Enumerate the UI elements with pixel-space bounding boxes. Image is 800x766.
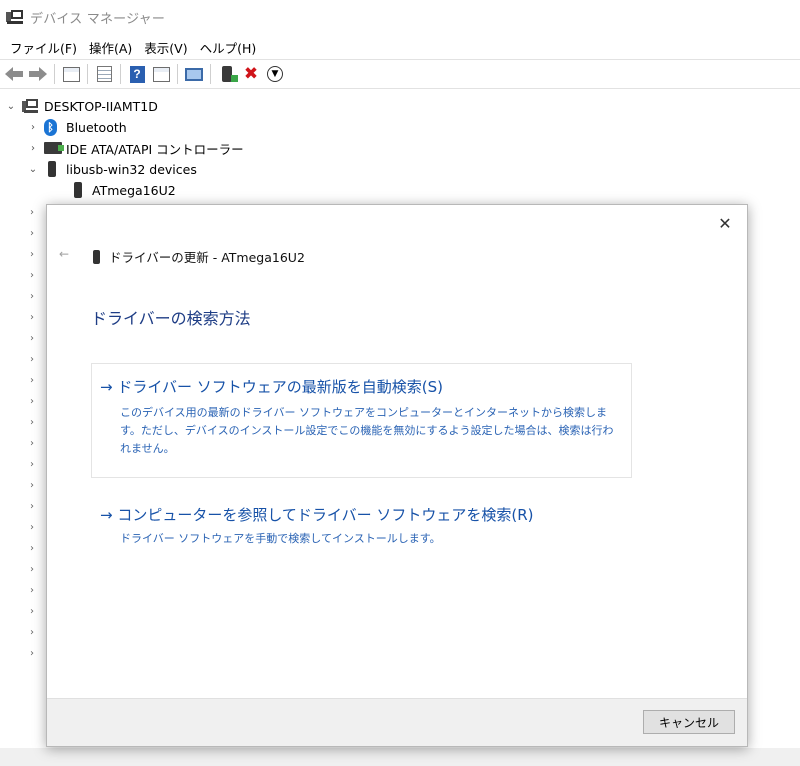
chevron-right-icon[interactable]: › bbox=[30, 312, 34, 323]
tree-root-label: DESKTOP-IIAMT1D bbox=[44, 98, 158, 114]
uninstall-x-icon[interactable]: ✖ bbox=[240, 63, 262, 85]
chevron-down-icon[interactable]: ⌄ bbox=[6, 101, 16, 112]
back-arrow-icon[interactable]: ← bbox=[59, 247, 69, 261]
toolbar: ? ✖ ▼ bbox=[0, 59, 800, 89]
status-bar bbox=[0, 748, 800, 766]
chevron-right-icon[interactable]: › bbox=[30, 396, 34, 407]
tree-item-libusb[interactable]: ⌄ libusb-win32 devices bbox=[28, 159, 197, 179]
chevron-right-icon[interactable]: › bbox=[30, 417, 34, 428]
chevron-right-icon[interactable]: › bbox=[30, 270, 34, 281]
toolbar-separator bbox=[177, 64, 178, 84]
menu-view[interactable]: 表示(V) bbox=[138, 38, 193, 57]
chevron-right-icon[interactable]: › bbox=[30, 522, 34, 533]
device-manager-icon bbox=[6, 8, 24, 26]
chevron-right-icon[interactable]: › bbox=[30, 354, 34, 365]
toolbar-separator bbox=[54, 64, 55, 84]
device-resources-icon[interactable] bbox=[150, 63, 172, 85]
menu-bar: ファイル(F) 操作(A) 表示(V) ヘルプ(H) bbox=[0, 36, 800, 58]
chevron-right-icon[interactable]: › bbox=[30, 606, 34, 617]
close-icon[interactable]: ✕ bbox=[715, 213, 735, 233]
dialog-title: ドライバーの更新 - ATmega16U2 bbox=[109, 250, 305, 265]
chevron-right-icon[interactable]: › bbox=[30, 207, 34, 218]
title-bar: デバイス マネージャー bbox=[0, 0, 800, 34]
dialog-header: ドライバーの更新 - ATmega16U2 bbox=[93, 247, 305, 266]
tree-root[interactable]: ⌄ DESKTOP-IIAMT1D bbox=[6, 96, 158, 116]
menu-help[interactable]: ヘルプ(H) bbox=[194, 38, 263, 57]
chevron-right-icon[interactable]: › bbox=[30, 648, 34, 659]
toolbar-separator bbox=[120, 64, 121, 84]
option-title: → ドライバー ソフトウェアの最新版を自動検索(S) bbox=[100, 378, 444, 396]
chevron-right-icon[interactable]: › bbox=[28, 122, 38, 133]
tree-item-label: libusb-win32 devices bbox=[66, 161, 197, 177]
ide-controller-icon bbox=[44, 140, 64, 156]
chevron-right-icon[interactable]: › bbox=[30, 459, 34, 470]
window-title: デバイス マネージャー bbox=[30, 11, 166, 27]
update-driver-icon[interactable]: ▼ bbox=[264, 63, 286, 85]
scan-hardware-icon[interactable] bbox=[183, 63, 205, 85]
chevron-right-icon[interactable]: › bbox=[30, 333, 34, 344]
bluetooth-icon: ᛒ bbox=[44, 119, 60, 136]
usb-device-icon bbox=[93, 249, 100, 264]
tree-item-label: ATmega16U2 bbox=[92, 182, 176, 198]
help-icon[interactable]: ? bbox=[126, 63, 148, 85]
cancel-button[interactable]: キャンセル bbox=[643, 710, 735, 734]
dialog-heading: ドライバーの検索方法 bbox=[91, 309, 251, 328]
chevron-right-icon[interactable]: › bbox=[30, 438, 34, 449]
option-description: このデバイス用の最新のドライバー ソフトウェアをコンピューターとインターネットか… bbox=[120, 406, 614, 455]
search-automatically-option[interactable]: → ドライバー ソフトウェアの最新版を自動検索(S) このデバイス用の最新のドラ… bbox=[91, 363, 632, 478]
chevron-right-icon[interactable]: › bbox=[30, 627, 34, 638]
menu-action[interactable]: 操作(A) bbox=[83, 38, 138, 57]
tree-item-label: Bluetooth bbox=[66, 119, 127, 135]
tree-item-atmega[interactable]: ATmega16U2 bbox=[64, 180, 176, 200]
chevron-right-icon[interactable]: › bbox=[30, 291, 34, 302]
update-driver-dialog: ✕ ← ドライバーの更新 - ATmega16U2 ドライバーの検索方法 → ド… bbox=[46, 204, 748, 747]
device-view-icon[interactable] bbox=[60, 63, 82, 85]
chevron-right-icon[interactable]: › bbox=[30, 585, 34, 596]
menu-file[interactable]: ファイル(F) bbox=[4, 38, 83, 57]
tree-item-bluetooth[interactable]: › ᛒ Bluetooth bbox=[28, 117, 127, 137]
chevron-right-icon[interactable]: › bbox=[30, 375, 34, 386]
chevron-right-icon[interactable]: › bbox=[30, 480, 34, 491]
usb-device-icon bbox=[44, 161, 60, 177]
back-arrow-icon[interactable] bbox=[3, 63, 25, 85]
chevron-down-icon[interactable]: ⌄ bbox=[28, 164, 38, 175]
chevron-right-icon[interactable]: › bbox=[28, 143, 38, 154]
enable-device-icon[interactable] bbox=[216, 63, 238, 85]
toolbar-separator bbox=[210, 64, 211, 84]
toolbar-separator bbox=[87, 64, 88, 84]
tree-item-ide[interactable]: › IDE ATA/ATAPI コントローラー bbox=[28, 138, 244, 158]
tree-item-label: IDE ATA/ATAPI コントローラー bbox=[66, 141, 244, 157]
usb-device-icon bbox=[70, 182, 86, 198]
chevron-right-icon[interactable]: › bbox=[30, 543, 34, 554]
chevron-right-icon[interactable]: › bbox=[30, 228, 34, 239]
forward-arrow-icon[interactable] bbox=[27, 63, 49, 85]
chevron-right-icon[interactable]: › bbox=[30, 564, 34, 575]
option-title: → コンピューターを参照してドライバー ソフトウェアを検索(R) bbox=[100, 506, 534, 524]
browse-computer-option[interactable]: → コンピューターを参照してドライバー ソフトウェアを検索(R) ドライバー ソ… bbox=[91, 495, 632, 555]
chevron-right-icon[interactable]: › bbox=[30, 501, 34, 512]
properties-icon[interactable] bbox=[93, 63, 115, 85]
option-description: ドライバー ソフトウェアを手動で検索してインストールします。 bbox=[120, 532, 441, 545]
computer-icon bbox=[22, 98, 38, 114]
dialog-footer: キャンセル bbox=[47, 698, 747, 746]
chevron-right-icon[interactable]: › bbox=[30, 249, 34, 260]
